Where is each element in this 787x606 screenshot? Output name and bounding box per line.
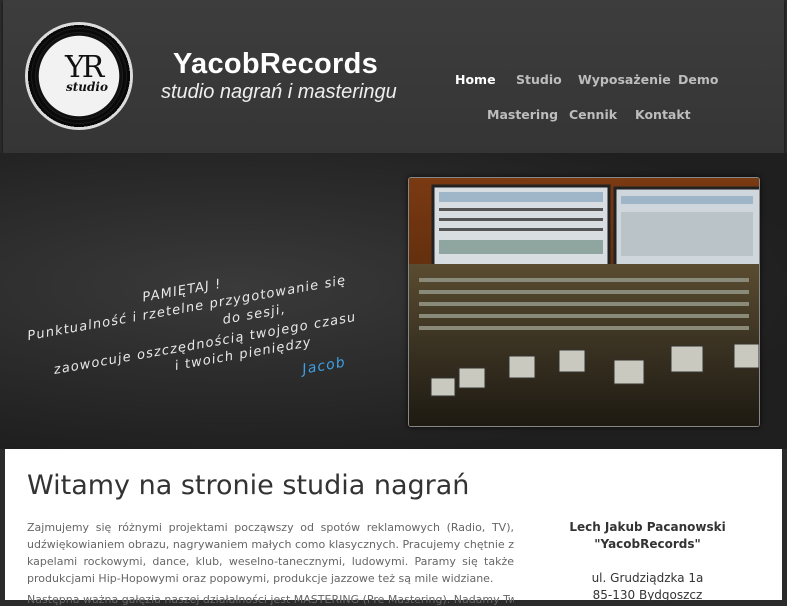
site-header: YR studio YacobRecords studio nagrań i m… <box>3 0 784 153</box>
nav-studio[interactable]: Studio <box>516 72 562 87</box>
brand-tagline: studio nagrań i masteringu <box>161 81 397 103</box>
intro-paragraph: Zajmujemy się różnymi projektami począws… <box>27 521 514 585</box>
page-heading: Witamy na stronie studia nagrań <box>27 470 470 501</box>
mixing-console-photo[interactable] <box>408 177 760 427</box>
contact-street: ul. Grudziądzka 1a <box>591 571 704 585</box>
nav-home[interactable]: Home <box>455 72 496 87</box>
nav-wyposazenie[interactable]: Wyposażenie <box>578 72 671 87</box>
contact-name: Lech Jakub Pacanowski <box>569 520 726 534</box>
contact-company: "YacobRecords" <box>594 537 701 551</box>
nav-cennik[interactable]: Cennik <box>569 107 617 122</box>
brand-title[interactable]: YacobRecords <box>173 48 378 81</box>
nav-mastering[interactable]: Mastering <box>487 107 558 122</box>
contact-box: Lech Jakub Pacanowski "YacobRecords" ul.… <box>565 519 730 604</box>
mixing-console-illustration <box>409 178 759 426</box>
contact-city: 85-130 Bydgoszcz <box>592 588 703 602</box>
nav-kontakt[interactable]: Kontakt <box>635 107 691 122</box>
logo-subtext: studio <box>66 80 108 94</box>
vinyl-logo[interactable]: YR studio <box>25 22 133 130</box>
nav-demo[interactable]: Demo <box>678 72 718 87</box>
main-content: Witamy na stronie studia nagrań Zajmujem… <box>5 449 782 606</box>
